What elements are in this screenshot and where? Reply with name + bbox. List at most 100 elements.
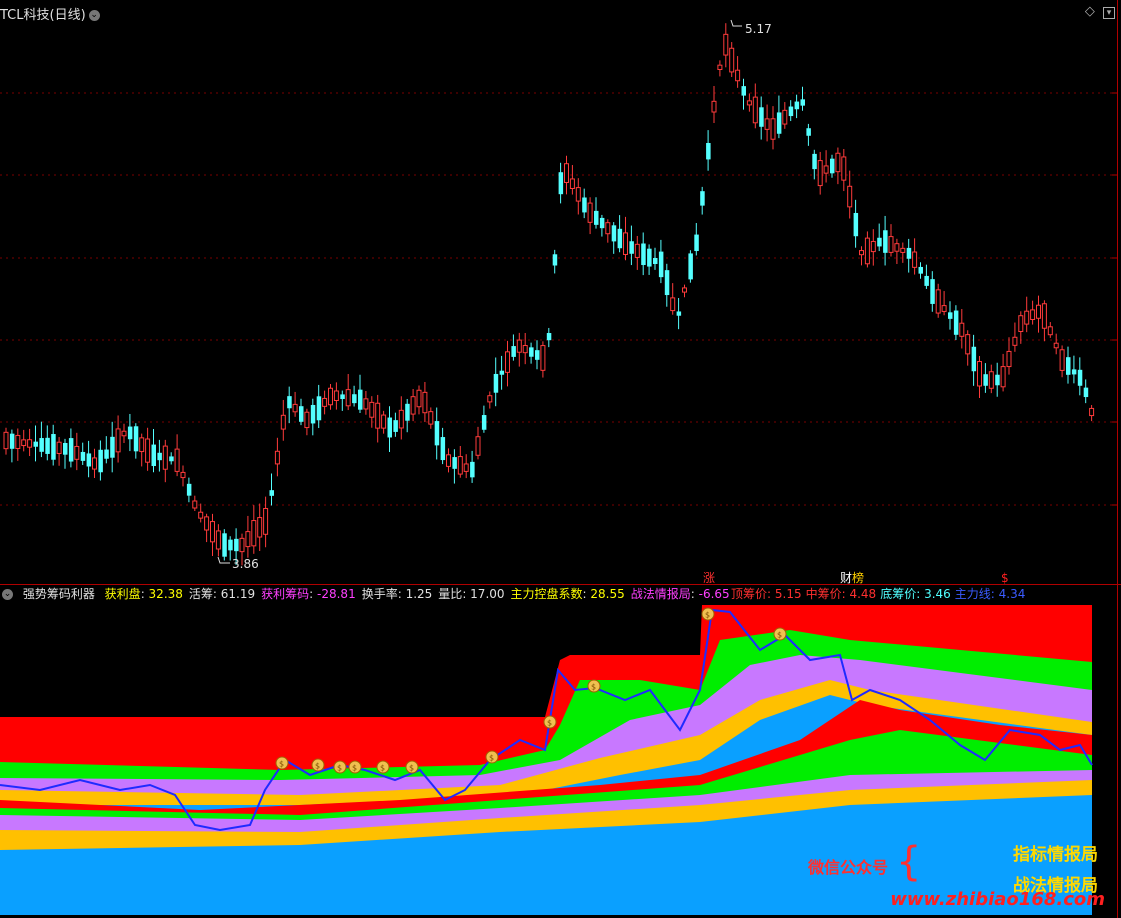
- chevron-down-icon[interactable]: ⌄: [88, 10, 100, 21]
- candle-body: [310, 404, 316, 424]
- money-bag-icon: $: [275, 756, 289, 770]
- indicator-5: 主力控盘系数: 28.55: [510, 587, 625, 601]
- candle-body: [641, 243, 646, 266]
- candle-body: [1083, 387, 1089, 398]
- candle-body: [463, 463, 469, 472]
- candle-body: [74, 445, 80, 460]
- chart-canvas[interactable]: 5.17 3.86 涨 财榜 $ $ $ $ $ $ $ $ $ $ $ $: [0, 0, 1121, 918]
- candle-body: [457, 456, 463, 475]
- candle-body: [1071, 369, 1077, 375]
- candle-body: [345, 389, 351, 407]
- candle-body: [516, 339, 522, 353]
- price-level-label: 中筹价: [805, 587, 842, 601]
- candle-body: [1041, 303, 1047, 329]
- candle-body: [162, 445, 168, 470]
- candle-body: [304, 411, 310, 429]
- indicator-value: -6.65: [698, 587, 730, 601]
- candle-body: [21, 439, 27, 447]
- candle-body: [80, 451, 86, 461]
- candle-body: [883, 230, 888, 253]
- price-level-label: 顶筹价: [731, 587, 768, 601]
- candle-body: [948, 312, 953, 319]
- candle-body: [358, 389, 363, 410]
- diamond-icon[interactable]: ◇: [1085, 4, 1095, 19]
- candle-body: [941, 305, 947, 312]
- money-bag-icon: $: [485, 750, 499, 764]
- candle-body: [410, 396, 416, 415]
- settings-icon[interactable]: ▾: [1103, 7, 1115, 19]
- candle-body: [86, 453, 92, 467]
- price-level-1: 中筹价: 4.48: [805, 587, 877, 601]
- candle-body: [422, 391, 428, 414]
- price-level-value: 4.48: [849, 587, 877, 601]
- candle-body: [965, 334, 971, 355]
- watermark-url[interactable]: www.zhibiao168.com: [890, 889, 1105, 910]
- indicator-value: 28.55: [590, 587, 625, 601]
- money-bag-icon: $: [587, 679, 601, 693]
- indicator-value: -28.81: [317, 587, 356, 601]
- candle-body: [1006, 350, 1012, 368]
- indicator-label: 获利筹码: [261, 587, 310, 601]
- price-level-0: 顶筹价: 5.15: [731, 587, 802, 601]
- candle-body: [594, 210, 599, 225]
- price-level-row: 顶筹价: 5.15 中筹价: 4.48 底筹价: 3.46 主力线: 4.34: [731, 585, 1029, 602]
- candle-body: [499, 370, 505, 375]
- candle-body: [582, 197, 587, 213]
- candle-body: [204, 516, 210, 531]
- candle-body: [434, 421, 440, 446]
- candle-body: [575, 187, 581, 202]
- price-level-3: 主力线: 4.34: [954, 587, 1026, 601]
- price-level-label: 底筹价: [880, 587, 917, 601]
- candle-body: [210, 521, 215, 543]
- candle-body: [529, 347, 534, 357]
- candle-body: [682, 287, 687, 293]
- candle-body: [988, 371, 994, 389]
- candle-body: [806, 128, 811, 136]
- candle-body: [269, 490, 274, 496]
- candle-body: [900, 247, 906, 253]
- candle-body: [841, 156, 847, 181]
- candle-body: [924, 275, 929, 286]
- candle-body: [1018, 315, 1024, 332]
- low-price-label: 3.86: [232, 557, 259, 571]
- indicator-value: 32.38: [148, 587, 183, 601]
- candle-body: [98, 449, 103, 473]
- stock-title[interactable]: TCL科技(日线) ⌄: [0, 4, 100, 23]
- candle-body: [830, 158, 835, 174]
- candle-body: [198, 511, 204, 519]
- event-mark: 财: [840, 571, 852, 585]
- candle-body: [688, 253, 693, 280]
- indicator-name[interactable]: 强势筹码利器: [23, 587, 95, 601]
- candle-body: [27, 439, 33, 448]
- candle-body: [629, 241, 634, 254]
- candle-body: [416, 389, 422, 408]
- candle-body: [63, 442, 68, 455]
- candle-body: [776, 112, 782, 134]
- candle-body: [888, 236, 894, 253]
- candle-body: [192, 500, 198, 509]
- candle-body: [239, 537, 245, 553]
- candle-body: [15, 434, 21, 449]
- candle-body: [263, 508, 269, 535]
- candle-body: [676, 311, 682, 316]
- high-price-label: 5.17: [745, 22, 772, 36]
- indicator-label: 换手率: [361, 587, 398, 601]
- candle-body: [617, 228, 623, 249]
- indicator-label: 活筹: [188, 587, 213, 601]
- candle-body: [853, 212, 859, 237]
- candle-body: [228, 539, 233, 551]
- candle-body: [700, 191, 705, 206]
- candle-body: [817, 160, 823, 187]
- candle-body: [328, 387, 333, 406]
- candle-body: [870, 240, 876, 253]
- candle-body: [398, 409, 404, 429]
- candle-body: [552, 254, 558, 266]
- candle-body: [157, 452, 162, 461]
- candle-body: [174, 448, 180, 472]
- candle-body: [381, 414, 387, 429]
- indicator-4: 量比: 17.00: [438, 587, 505, 601]
- indicator-menu-icon[interactable]: ⌄: [2, 589, 13, 600]
- price-level-2: 底筹价: 3.46: [880, 587, 951, 601]
- candle-body: [257, 517, 263, 538]
- event-mark: $: [1001, 571, 1009, 585]
